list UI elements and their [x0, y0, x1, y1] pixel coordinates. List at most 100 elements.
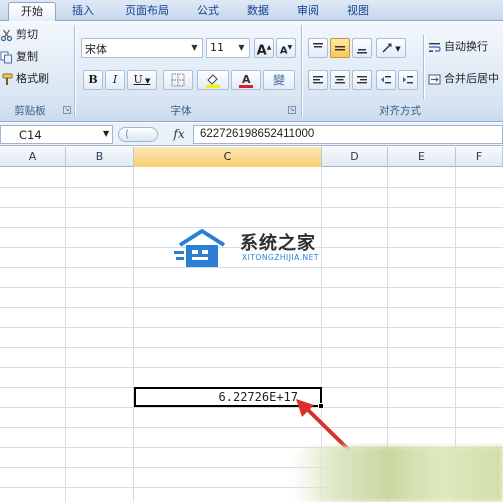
ribbon-tab-bar: 开始 插入 页面布局 公式 数据 审阅 视图 — [0, 0, 503, 22]
gridline — [0, 427, 503, 428]
orientation-button[interactable]: ▼ — [376, 38, 406, 58]
tab-formulas[interactable]: 公式 — [188, 2, 228, 21]
chevron-down-icon: ▼ — [103, 129, 110, 138]
watermark-title: 系统之家 — [240, 233, 316, 254]
phonetic-button[interactable]: 變 — [263, 70, 295, 90]
name-box[interactable]: C14 ▼ — [0, 125, 113, 144]
gridline — [0, 327, 503, 328]
font-launcher-icon[interactable]: ↘ — [288, 106, 296, 114]
gridline — [133, 167, 134, 502]
align-bottom-button[interactable] — [352, 38, 372, 58]
insert-function-button[interactable]: fx — [168, 125, 190, 144]
tab-insert[interactable]: 插入 — [60, 2, 106, 21]
column-header-e[interactable]: E — [388, 147, 456, 167]
align-top-button[interactable] — [308, 38, 328, 58]
tab-data-label: 数据 — [247, 4, 269, 17]
gridline — [0, 407, 503, 408]
clipboard-launcher-icon[interactable]: ↘ — [63, 106, 71, 114]
wrap-text-icon — [429, 42, 441, 52]
formula-bar: C14 ▼ ( fx 622726198652411000 — [0, 123, 503, 146]
align-right-icon — [357, 76, 367, 84]
format-painter-button[interactable]: 格式刷 — [0, 70, 49, 88]
tab-data[interactable]: 数据 — [238, 2, 278, 21]
column-header-f[interactable]: F — [456, 147, 503, 167]
align-middle-icon — [335, 46, 345, 51]
column-b-label: B — [95, 150, 104, 163]
tab-review[interactable]: 审阅 — [288, 2, 328, 21]
grow-font-label: A — [256, 43, 267, 59]
merge-center-button[interactable]: 合并后居中 — [428, 70, 499, 88]
column-header-d[interactable]: D — [322, 147, 388, 167]
gridline — [65, 167, 66, 502]
align-left-icon — [313, 76, 323, 84]
chevron-down-icon: ▼ — [238, 43, 245, 52]
clipboard-group-label: 剪贴板 — [14, 105, 46, 117]
tab-page-layout[interactable]: 页面布局 — [112, 2, 182, 21]
gridline — [0, 367, 503, 368]
font-group-label: 字体 — [170, 105, 192, 117]
cut-button[interactable]: 剪切 — [0, 26, 38, 44]
tab-formulas-label: 公式 — [197, 4, 219, 17]
copy-button[interactable]: 复制 — [0, 48, 38, 66]
wrap-text-label: 自动换行 — [444, 40, 488, 53]
name-box-value: C14 — [19, 128, 42, 142]
formula-bar-splitter[interactable]: ( — [118, 127, 158, 142]
group-divider — [423, 35, 424, 99]
align-center-button[interactable] — [330, 70, 350, 90]
italic-button[interactable]: I — [105, 70, 125, 90]
cut-label: 剪切 — [16, 28, 38, 41]
gridline — [0, 287, 503, 288]
shrink-font-label: A — [279, 45, 288, 57]
column-header-a[interactable]: A — [0, 147, 66, 167]
column-a-label: A — [28, 150, 37, 163]
ribbon: 剪切 复制 格式刷 剪贴板 ↘ 宋体 ▼ 11 ▼ A▲ A▼ B I U ▼ — [0, 21, 503, 122]
bold-button[interactable]: B — [83, 70, 103, 90]
column-header-c[interactable]: C — [134, 147, 322, 167]
increase-indent-button[interactable] — [398, 70, 418, 90]
font-name-dropdown[interactable]: 宋体 ▼ — [81, 38, 203, 58]
align-middle-button[interactable] — [330, 38, 350, 58]
gridline — [0, 187, 503, 188]
underline-button[interactable]: U ▼ — [127, 70, 157, 90]
resize-handle-icon: ( — [125, 127, 130, 140]
chevron-down-icon: ▼ — [191, 43, 198, 52]
column-e-label: E — [418, 150, 425, 163]
watermark-subtitle: XITONGZHIJIA.NET — [242, 253, 319, 262]
borders-button[interactable] — [163, 70, 193, 90]
tab-home[interactable]: 开始 — [8, 2, 56, 22]
shrink-font-button[interactable]: A▼ — [276, 38, 296, 58]
copy-icon — [0, 51, 12, 63]
bold-label: B — [88, 73, 98, 86]
borders-icon — [171, 73, 185, 87]
phonetic-label: 變 — [272, 73, 285, 87]
decrease-indent-button[interactable] — [376, 70, 396, 90]
group-divider — [301, 25, 302, 117]
scissors-icon — [0, 29, 13, 41]
tab-view-label: 视图 — [347, 4, 369, 17]
increase-indent-icon — [403, 76, 413, 84]
font-color-button[interactable]: A — [231, 70, 261, 90]
formula-input[interactable]: 622726198652411000 — [193, 125, 503, 144]
font-size-dropdown[interactable]: 11 ▼ — [206, 38, 250, 58]
wrap-text-button[interactable]: 自动换行 — [428, 38, 488, 56]
copy-label: 复制 — [16, 50, 38, 63]
column-header-b[interactable]: B — [66, 147, 134, 167]
align-left-button[interactable] — [308, 70, 328, 90]
house-logo-icon — [174, 229, 226, 267]
tab-insert-label: 插入 — [72, 4, 94, 17]
font-color-icon: A — [239, 73, 253, 88]
font-name-value: 宋体 — [85, 43, 107, 56]
tab-page-layout-label: 页面布局 — [125, 4, 169, 17]
svg-text:A: A — [242, 73, 251, 86]
underline-label: U — [133, 73, 143, 86]
active-cell-value: 6.22726E+17 — [218, 390, 298, 404]
tab-view[interactable]: 视图 — [338, 2, 378, 21]
merge-cells-icon — [428, 74, 441, 84]
watermark-logo: 系统之家 XITONGZHIJIA.NET — [172, 225, 332, 273]
gridline — [0, 307, 503, 308]
alignment-group-label: 对齐方式 — [379, 105, 421, 117]
align-right-button[interactable] — [352, 70, 372, 90]
paintbrush-icon — [2, 73, 13, 85]
grow-font-button[interactable]: A▲ — [254, 38, 274, 58]
fill-color-button[interactable] — [197, 70, 229, 90]
